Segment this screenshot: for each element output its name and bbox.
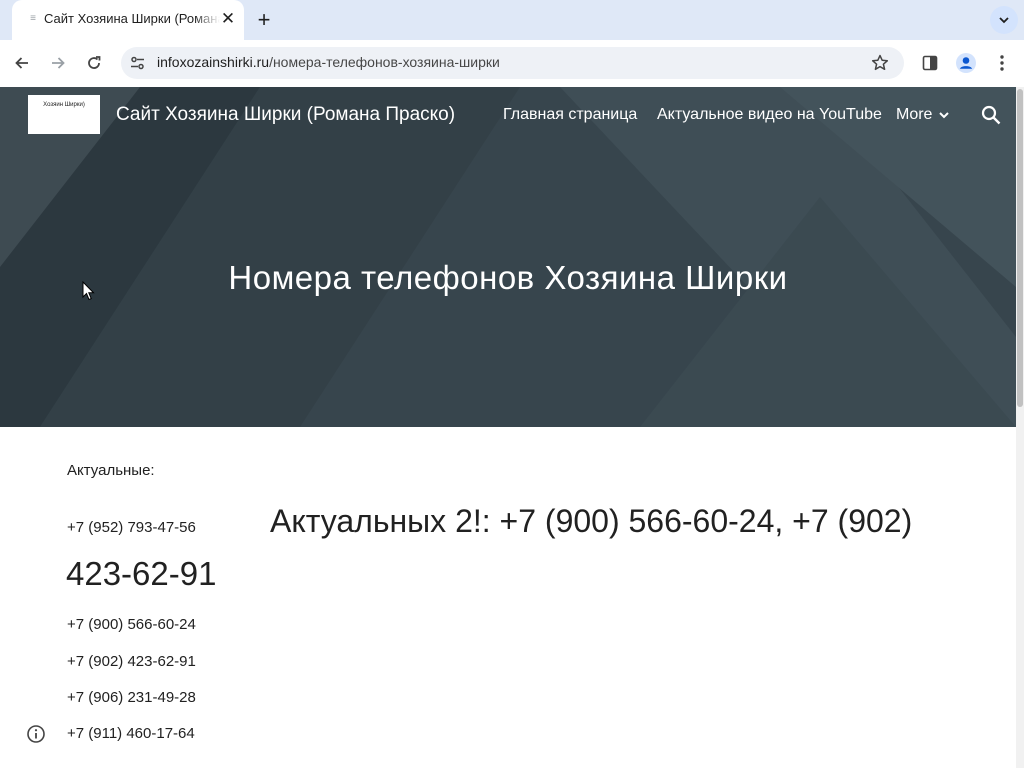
site-info-icon[interactable] [129, 54, 147, 72]
phones-heading: Актуальных 2!: +7 (900) 566-60-24, +7 (9… [270, 503, 913, 539]
site-logo[interactable]: Хозяин Ширки) [28, 95, 100, 134]
bookmark-star-icon[interactable] [870, 53, 890, 73]
side-panel-button[interactable] [918, 51, 942, 75]
address-bar[interactable]: infoxozainshirki.ru/номера-телефонов-хоз… [121, 47, 904, 79]
page-title: Номера телефонов Хозяина Ширки [228, 259, 788, 296]
url-host: infoxozainshirki.ru [157, 54, 270, 70]
kebab-menu-icon [1000, 55, 1004, 71]
search-icon[interactable] [980, 104, 1002, 126]
forward-button[interactable] [45, 50, 71, 76]
reload-button[interactable] [81, 50, 107, 76]
profile-button[interactable] [954, 51, 978, 75]
vertical-scrollbar[interactable] [1016, 87, 1024, 768]
tab-strip: ≡ Сайт Хозяина Ширки (Романа Праско) ✕ + [0, 0, 1024, 40]
browser-tab[interactable]: ≡ Сайт Хозяина Ширки (Романа Праско) ✕ [12, 0, 244, 40]
large-phone-fragment: 423-62-91 [66, 555, 217, 592]
phone-number: +7 (906) 231-49-28 [67, 689, 196, 706]
phone-number: +7 (911) 460-17-64 [67, 725, 195, 742]
hero-background [0, 87, 1016, 427]
logo-text: Хозяин Ширки) [43, 102, 85, 108]
tab-favicon-icon: ≡ [30, 13, 36, 24]
url-path: /номера-телефонов-хозяина-ширки [269, 54, 500, 70]
nav-home-link[interactable]: Главная страница [503, 106, 637, 124]
chevron-down-icon [999, 17, 1009, 24]
phone-number: +7 (900) 566-60-24 [67, 616, 196, 633]
back-button[interactable] [9, 50, 35, 76]
info-icon[interactable] [25, 723, 47, 745]
site-title[interactable]: Сайт Хозяина Ширки (Романа Праско) [116, 104, 455, 126]
nav-youtube-link[interactable]: Актуальное видео на YouTube [657, 106, 882, 124]
forward-arrow-icon [52, 57, 65, 69]
nav-more-menu[interactable]: More [896, 106, 950, 124]
close-tab-icon[interactable]: ✕ [218, 9, 238, 29]
mouse-cursor-icon [82, 281, 95, 301]
side-panel-icon [922, 55, 938, 71]
page-viewport: Хозяин Ширки) Сайт Хозяина Ширки (Романа… [0, 87, 1024, 768]
scrollbar-thumb[interactable] [1017, 89, 1023, 407]
tab-title: Сайт Хозяина Ширки (Романа Праско) [44, 11, 220, 26]
browser-menu-button[interactable] [990, 51, 1014, 75]
section-label: Актуальные: [67, 462, 155, 479]
tab-search-button[interactable] [990, 6, 1018, 34]
nav-more-label: More [896, 106, 933, 123]
profile-avatar-icon [956, 53, 976, 73]
hero-banner: Хозяин Ширки) Сайт Хозяина Ширки (Романа… [0, 87, 1016, 427]
back-arrow-icon [15, 57, 28, 69]
reload-icon [88, 56, 101, 69]
phone-number: +7 (902) 423-62-91 [67, 653, 196, 670]
url-text[interactable]: infoxozainshirki.ru/номера-телефонов-хоз… [157, 54, 500, 70]
new-tab-icon[interactable]: + [252, 8, 276, 32]
phone-number: +7 (952) 793-47-56 [67, 519, 196, 536]
chevron-down-icon [939, 112, 950, 119]
